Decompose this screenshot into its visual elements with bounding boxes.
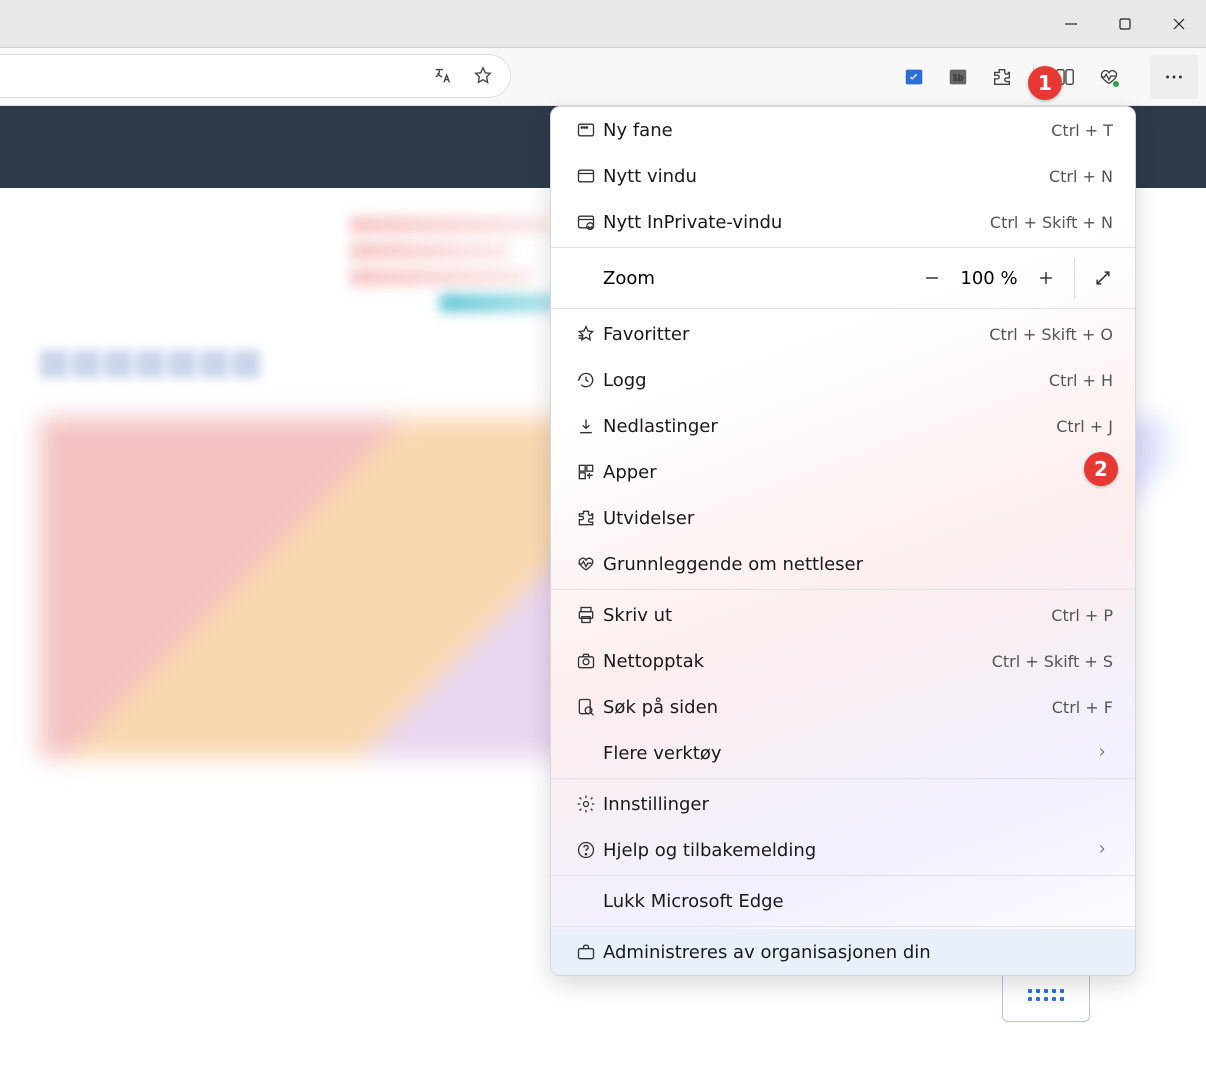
menu-label: Apper — [603, 462, 1095, 483]
menu-label: Utvidelser — [603, 508, 1113, 529]
zoom-in-button[interactable] — [1024, 256, 1068, 300]
menu-item-favorites[interactable]: Favoritter Ctrl + Skift + O — [551, 311, 1135, 357]
menu-shortcut: Ctrl + H — [1049, 371, 1113, 390]
menu-label: Flere verktøy — [603, 743, 1095, 764]
zoom-value: 100 % — [954, 268, 1024, 289]
find-icon — [569, 697, 603, 717]
camera-icon — [569, 651, 603, 671]
menu-label: Ny fane — [603, 120, 1051, 141]
extensions-icon — [569, 508, 603, 528]
menu-label: Administreres av organisasjonen din — [603, 942, 1113, 963]
zoom-separator — [1074, 258, 1075, 298]
app-1b-icon[interactable]: 1b — [945, 64, 971, 90]
maximize-button[interactable] — [1098, 0, 1152, 48]
annotation-badge-1: 1 — [1028, 66, 1062, 100]
annotation-badge-2: 2 — [1084, 452, 1118, 486]
star-icon[interactable] — [470, 63, 496, 89]
more-button[interactable] — [1150, 55, 1198, 99]
menu-item-apps[interactable]: Apper — [551, 449, 1135, 495]
new-tab-icon — [569, 120, 603, 140]
menu-separator — [551, 926, 1135, 927]
menu-item-more-tools[interactable]: Flere verktøy — [551, 730, 1135, 776]
menu-label: Skriv ut — [603, 605, 1051, 626]
favorites-icon — [569, 324, 603, 344]
address-bar[interactable] — [0, 54, 511, 98]
menu-separator — [551, 778, 1135, 779]
translate-icon[interactable] — [430, 63, 456, 89]
settings-and-more-menu: Ny fane Ctrl + T Nytt vindu Ctrl + N Nyt… — [550, 106, 1136, 976]
browser-toolbar: 1b — [0, 48, 1206, 106]
app-todo-icon[interactable] — [901, 64, 927, 90]
inprivate-icon — [569, 212, 603, 232]
menu-item-new-inprivate[interactable]: Nytt InPrivate-vindu Ctrl + Skift + N — [551, 199, 1135, 245]
menu-label: Favoritter — [603, 324, 989, 345]
history-icon — [569, 370, 603, 390]
menu-item-new-tab[interactable]: Ny fane Ctrl + T — [551, 107, 1135, 153]
menu-label: Søk på siden — [603, 697, 1052, 718]
menu-label: Logg — [603, 370, 1049, 391]
menu-item-new-window[interactable]: Nytt vindu Ctrl + N — [551, 153, 1135, 199]
menu-shortcut: Ctrl + P — [1051, 606, 1113, 625]
apps-icon — [569, 462, 603, 482]
menu-item-zoom: Zoom 100 % — [551, 250, 1135, 306]
settings-icon — [569, 794, 603, 814]
menu-item-browser-essentials[interactable]: Grunnleggende om nettleser — [551, 541, 1135, 587]
menu-label: Hjelp og tilbakemelding — [603, 840, 1095, 861]
menu-shortcut: Ctrl + T — [1051, 121, 1113, 140]
menu-separator — [551, 589, 1135, 590]
menu-item-history[interactable]: Logg Ctrl + H — [551, 357, 1135, 403]
menu-label: Nedlastinger — [603, 416, 1056, 437]
menu-label: Nytt InPrivate-vindu — [603, 212, 990, 233]
menu-label: Nettopptak — [603, 651, 992, 672]
menu-item-settings[interactable]: Innstillinger — [551, 781, 1135, 827]
fullscreen-button[interactable] — [1081, 256, 1125, 300]
menu-label: Lukk Microsoft Edge — [603, 891, 1113, 912]
zoom-out-button[interactable] — [910, 256, 954, 300]
window-titlebar — [0, 0, 1206, 48]
extensions-icon[interactable] — [989, 64, 1015, 90]
new-window-icon — [569, 166, 603, 186]
menu-shortcut: Ctrl + J — [1056, 417, 1113, 436]
menu-item-extensions[interactable]: Utvidelser — [551, 495, 1135, 541]
menu-shortcut: Ctrl + N — [1049, 167, 1113, 186]
help-icon — [569, 840, 603, 860]
svg-text:1b: 1b — [953, 72, 964, 82]
close-window-button[interactable] — [1152, 0, 1206, 48]
menu-separator — [551, 308, 1135, 309]
chevron-right-icon — [1095, 743, 1113, 764]
browser-health-icon[interactable] — [1096, 64, 1122, 90]
menu-shortcut: Ctrl + F — [1052, 698, 1113, 717]
print-icon — [569, 605, 603, 625]
minimize-button[interactable] — [1044, 0, 1098, 48]
app-launcher-button[interactable] — [1002, 968, 1090, 1022]
menu-shortcut: Ctrl + Skift + O — [989, 325, 1113, 344]
menu-item-help[interactable]: Hjelp og tilbakemelding — [551, 827, 1135, 873]
menu-shortcut: Ctrl + Skift + S — [992, 652, 1113, 671]
menu-item-print[interactable]: Skriv ut Ctrl + P — [551, 592, 1135, 638]
menu-shortcut: Ctrl + Skift + N — [990, 213, 1113, 232]
menu-separator — [551, 875, 1135, 876]
chevron-right-icon — [1095, 840, 1113, 861]
menu-item-managed-by-org[interactable]: Administreres av organisasjonen din — [551, 929, 1135, 975]
download-icon — [569, 416, 603, 436]
heart-pulse-icon — [569, 554, 603, 574]
menu-item-downloads[interactable]: Nedlastinger Ctrl + J — [551, 403, 1135, 449]
menu-label: Grunnleggende om nettleser — [603, 554, 1113, 575]
menu-item-find-on-page[interactable]: Søk på siden Ctrl + F — [551, 684, 1135, 730]
menu-item-web-capture[interactable]: Nettopptak Ctrl + Skift + S — [551, 638, 1135, 684]
menu-label: Nytt vindu — [603, 166, 1049, 187]
zoom-label: Zoom — [603, 268, 910, 289]
briefcase-icon — [569, 942, 603, 962]
menu-item-close-edge[interactable]: Lukk Microsoft Edge — [551, 878, 1135, 924]
menu-separator — [551, 247, 1135, 248]
menu-label: Innstillinger — [603, 794, 1113, 815]
